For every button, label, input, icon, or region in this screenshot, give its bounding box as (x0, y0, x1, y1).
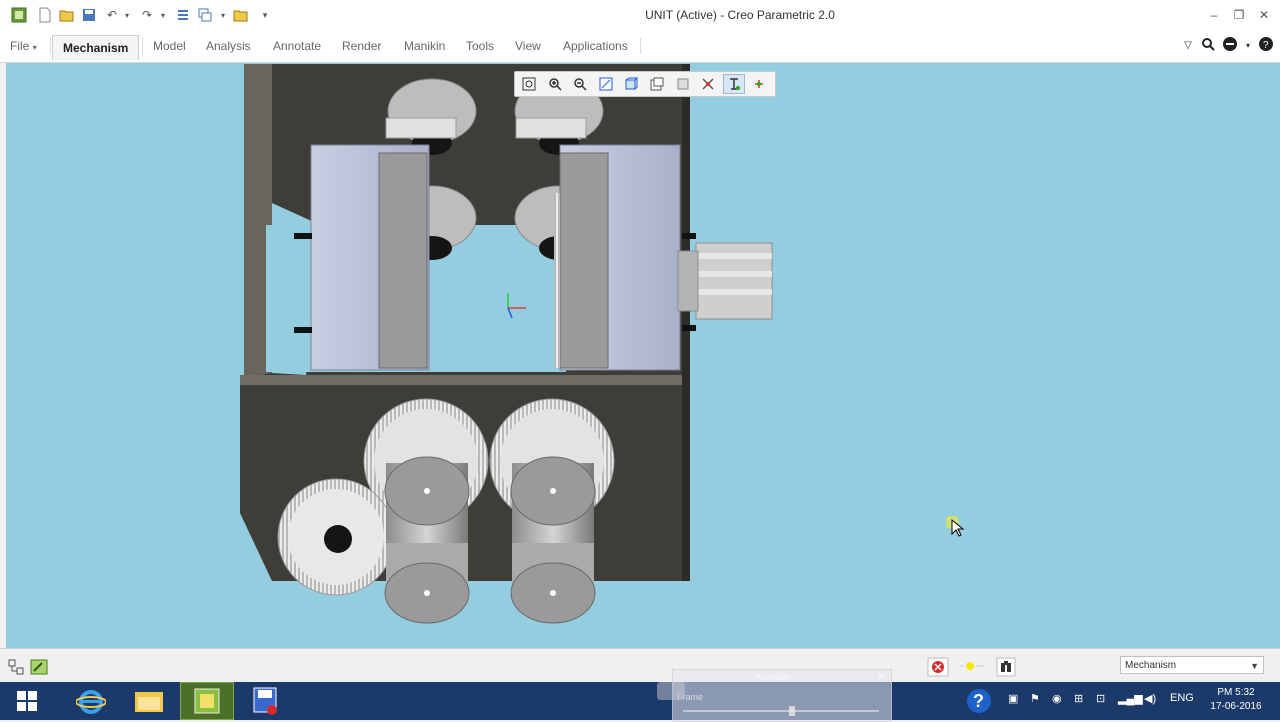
ribbon-tabs: File ▾ Mechanism Model Analysis Annotate… (0, 30, 1280, 63)
animation-time-label: Time: 5.5 (322, 84, 360, 94)
browser-toggle-icon[interactable] (30, 659, 48, 680)
window-title: UNIT (Active) - Creo Parametric 2.0 (645, 8, 835, 22)
open-icon[interactable] (58, 6, 76, 24)
separator (50, 38, 51, 54)
file-dropdown-icon: ▾ (32, 43, 37, 52)
start-button[interactable] (0, 682, 54, 720)
graphics-window[interactable]: Time: 5.5 (6, 63, 1280, 648)
tab-applications[interactable]: Applications (553, 34, 638, 58)
save-icon[interactable] (80, 6, 98, 24)
zoom-in-icon[interactable] (544, 74, 566, 94)
usb-icon[interactable]: ⊡ (1096, 692, 1105, 705)
windows-dropdown-icon[interactable]: ▾ (218, 6, 228, 24)
view-manager-icon[interactable] (672, 74, 694, 94)
frame-slider-thumb[interactable] (789, 706, 795, 716)
clock-date: 17-06-2016 (1210, 701, 1262, 712)
regenerate-icon[interactable] (174, 6, 192, 24)
network-tray-icon[interactable]: ▣ (1008, 692, 1018, 705)
internet-explorer-icon[interactable] (64, 682, 118, 720)
animate-film-icon (657, 682, 685, 700)
signal-icon[interactable]: ▂▄▆ (1118, 692, 1143, 705)
redo-icon[interactable]: ↷ (138, 6, 156, 24)
tab-analysis[interactable]: Analysis (196, 34, 261, 58)
action-center-icon[interactable]: ⚑ (1030, 692, 1040, 705)
status-bar: Mechanism ▼ (0, 648, 1280, 683)
tab-render[interactable]: Render (332, 34, 391, 58)
app-logo-icon (10, 6, 28, 24)
chevron-down-icon: ▼ (1250, 661, 1259, 671)
search-icon[interactable] (1198, 36, 1218, 56)
undo-icon[interactable]: ↶ (103, 6, 121, 24)
language-indicator[interactable]: ENG (1170, 692, 1194, 704)
display-style-icon[interactable] (620, 74, 642, 94)
new-icon[interactable] (36, 6, 54, 24)
tab-manikin[interactable]: Manikin (394, 34, 455, 58)
graphics-toolbar (514, 71, 776, 97)
file-menu-label: File (10, 39, 30, 53)
tab-mechanism[interactable]: Mechanism (52, 35, 140, 60)
mechanism-model-view[interactable] (6, 63, 1280, 648)
regen-status-icon (958, 659, 986, 678)
svg-text:?: ? (1263, 40, 1269, 51)
sync-icon[interactable]: ◉ (1052, 692, 1062, 705)
svg-text:?: ? (973, 691, 984, 711)
repaint-icon[interactable] (595, 74, 617, 94)
title-bar: ↶ ▾ ↷ ▾ ▾ ▾ UNIT (Active) - Creo Paramet… (0, 0, 1280, 31)
volume-icon[interactable]: ◀) (1144, 692, 1156, 705)
clock-time: PM 5:32 (1217, 687, 1255, 698)
undo-dropdown-icon[interactable]: ▾ (122, 6, 132, 24)
minimize-ribbon-icon[interactable]: ▽ (1178, 36, 1198, 56)
tab-model[interactable]: Model (143, 34, 196, 58)
file-menu[interactable]: File ▾ (0, 34, 47, 58)
actuator (677, 242, 773, 320)
frame-slider[interactable] (683, 710, 879, 712)
close-button[interactable]: ✕ (1252, 5, 1276, 25)
windows-icon[interactable] (196, 6, 214, 24)
zoom-out-icon[interactable] (569, 74, 591, 94)
separator (640, 38, 641, 54)
community-dropdown-icon[interactable]: ▾ (1238, 36, 1258, 56)
tab-annotate[interactable]: Annotate (263, 34, 331, 58)
recorder-icon[interactable] (238, 682, 292, 720)
mouse-cursor (945, 515, 966, 545)
help-icon[interactable]: ? (1256, 36, 1276, 56)
close-window-icon[interactable] (232, 6, 250, 24)
minimize-button[interactable]: – (1202, 5, 1226, 25)
clock[interactable]: PM 5:32 17-06-2016 (1198, 686, 1274, 714)
annotation-display-icon[interactable] (722, 74, 745, 94)
refit-icon[interactable] (518, 74, 540, 94)
selection-filter-value: Mechanism (1125, 660, 1177, 671)
redo-dropdown-icon[interactable]: ▾ (158, 6, 168, 24)
windows-tray-icon[interactable]: ⊞ (1074, 692, 1083, 705)
spin-center-icon[interactable] (748, 74, 770, 94)
customize-qat-icon[interactable]: ▾ (258, 6, 272, 24)
help-icon[interactable]: ? (964, 686, 994, 721)
file-explorer-icon[interactable] (122, 682, 176, 720)
tab-view[interactable]: View (505, 34, 551, 58)
taskbar: ? ▣ ⚑ ◉ ⊞ ⊡ ▂▄▆ ◀) ENG PM 5:32 17-06-201… (0, 682, 1280, 720)
restore-button[interactable]: ❐ (1227, 5, 1251, 25)
animate-dialog-title: Animate (754, 672, 792, 683)
creo-taskbar-button[interactable] (180, 682, 234, 720)
selection-filter-select[interactable]: Mechanism ▼ (1120, 656, 1264, 674)
close-icon[interactable]: ✕ (877, 672, 885, 683)
tab-tools[interactable]: Tools (456, 34, 504, 58)
datum-display-icon[interactable] (697, 74, 719, 94)
find-icon[interactable] (996, 657, 1016, 682)
navigator-toggle-icon[interactable] (8, 659, 24, 680)
animate-dialog[interactable]: Animate ✕ Frame (657, 669, 892, 722)
stop-icon[interactable] (927, 657, 949, 682)
ptc-community-icon[interactable] (1220, 36, 1240, 56)
saved-views-icon[interactable] (646, 74, 668, 94)
